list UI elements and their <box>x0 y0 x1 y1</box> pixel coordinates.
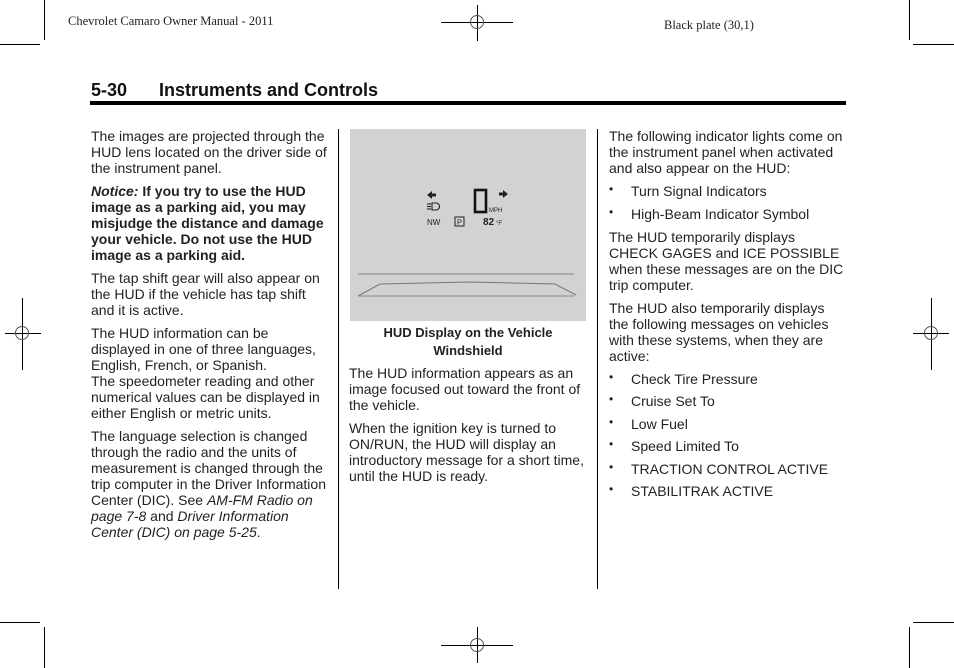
dashboard-outline <box>357 281 577 297</box>
list-item-text: Speed Limited To <box>631 438 739 454</box>
list-item: • TRACTION CONTROL ACTIVE <box>609 459 845 477</box>
bullet: • <box>609 369 614 384</box>
list-item: • High-Beam Indicator Symbol <box>609 204 845 222</box>
paragraph-text: . <box>256 524 261 540</box>
paragraph: The HUD also temporarily displays the fo… <box>609 299 829 364</box>
column-2: The HUD information appears as an image … <box>349 365 589 491</box>
crop-mark <box>0 622 40 623</box>
list-item: • Turn Signal Indicators <box>609 182 845 199</box>
paragraph: The HUD information appears as an image … <box>349 365 581 413</box>
hud-illustration: MPH NW P 82 °F <box>357 188 577 297</box>
paragraph: The images are projected through the HUD… <box>91 128 327 176</box>
list-item-text: High-Beam Indicator Symbol <box>631 205 810 222</box>
crop-mark <box>0 44 40 45</box>
list-item: • Cruise Set To <box>609 392 845 409</box>
list-item-text: Check Tire Pressure <box>631 370 758 387</box>
column-3: The following indicator lights come on t… <box>609 128 845 506</box>
list-item: • Low Fuel <box>609 414 845 432</box>
compass-heading: NW <box>427 218 441 227</box>
column-1: The images are projected through the HUD… <box>91 128 331 547</box>
paragraph: The HUD temporarily displays CHECK GAGES… <box>609 228 844 293</box>
paragraph: The HUD information can be displayed in … <box>91 325 331 421</box>
column-divider <box>597 129 598 589</box>
bullet: • <box>609 437 614 451</box>
image-caption: HUD Display on the Vehicle Windshield <box>383 325 553 358</box>
notice-label: Notice: <box>91 183 139 199</box>
speed-unit: MPH <box>489 208 502 214</box>
notice-paragraph: Notice: If you try to use the HUD image … <box>91 183 331 263</box>
turn-left-arrow-icon <box>427 191 436 199</box>
crop-mark <box>44 627 45 668</box>
section-heading: 5-30 Instruments and Controls <box>91 80 378 101</box>
high-beam-icon <box>427 202 441 211</box>
list-item-text: TRACTION CONTROL ACTIVE <box>631 460 829 477</box>
message-list: • Check Tire Pressure • Cruise Set To • Low… <box>609 369 845 500</box>
page-number: 5-30 <box>91 80 128 100</box>
heading-rule <box>90 101 846 105</box>
bullet: • <box>609 204 614 219</box>
crop-mark <box>909 0 910 40</box>
list-item-text: Turn Signal Indicators <box>631 183 767 199</box>
crop-mark <box>913 622 954 623</box>
crop-mark <box>44 0 45 40</box>
bullet: • <box>609 182 614 196</box>
column-divider <box>338 129 339 589</box>
crop-mark <box>909 627 910 668</box>
list-item-text: Cruise Set To <box>631 393 715 409</box>
indicator-list: • Turn Signal Indicators • High-Beam Indic… <box>609 182 845 222</box>
temperature-unit: °F <box>496 221 502 227</box>
crop-mark <box>913 44 954 45</box>
paragraph: The tap shift gear will also appear on t… <box>91 270 320 318</box>
bullet: • <box>609 392 614 406</box>
gear-indicator: P <box>454 216 465 227</box>
turn-right-arrow-icon <box>499 190 508 198</box>
list-item-text: STABILITRAK ACTIVE <box>631 483 774 499</box>
bullet: • <box>609 482 614 496</box>
paragraph: The following indicator lights come on t… <box>609 128 843 176</box>
section-title: Instruments and Controls <box>159 80 379 100</box>
paragraph-text: and <box>146 508 178 524</box>
paragraph-text: The speedometer reading and other numeri… <box>91 373 320 421</box>
outside-temperature: 82 <box>483 217 495 228</box>
paragraph-text: The HUD information can be displayed in … <box>91 325 316 373</box>
hud-display-image: MPH NW P 82 °F <box>350 129 586 321</box>
plate-label: Black plate (30,1) <box>664 18 754 32</box>
svg-text:P: P <box>457 218 462 227</box>
paragraph: The language selection is changed throug… <box>91 428 331 540</box>
paragraph: When the ignition key is turned to ON/RU… <box>349 420 584 484</box>
list-item: • STABILITRAK ACTIVE <box>609 482 845 499</box>
list-item: • Speed Limited To <box>609 437 845 454</box>
bullet: • <box>609 414 614 429</box>
list-item-text: Low Fuel <box>631 415 688 432</box>
manual-title: Chevrolet Camaro Owner Manual - 2011 <box>68 14 274 28</box>
speed-digit <box>473 188 488 214</box>
bullet: • <box>609 459 614 474</box>
list-item: • Check Tire Pressure <box>609 369 845 387</box>
